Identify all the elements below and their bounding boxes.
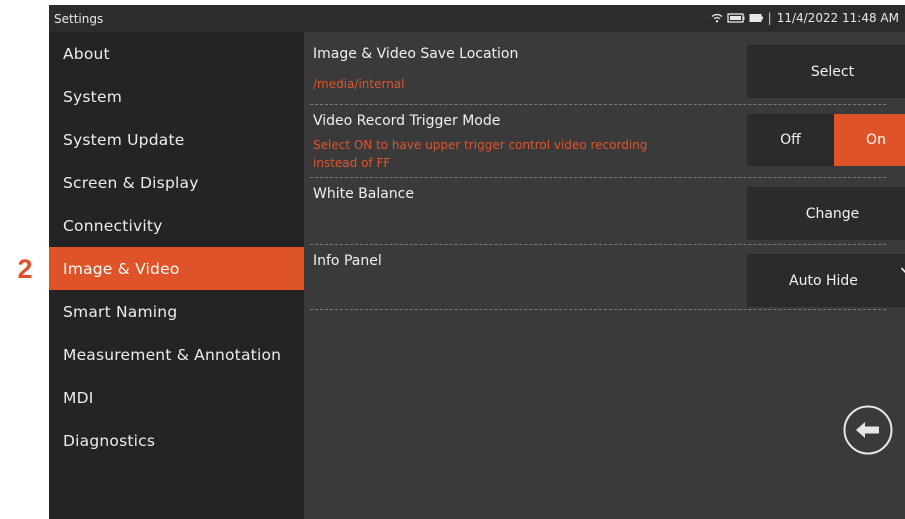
- status-bar: Settings | 11/4/2022 11:48 AM: [49, 5, 905, 32]
- sidebar-item-smart-naming[interactable]: Smart Naming: [49, 290, 304, 333]
- trigger-mode-description-line1: Select ON to have upper trigger control …: [313, 138, 648, 152]
- sidebar-item-screen-display[interactable]: Screen & Display: [49, 161, 304, 204]
- trigger-mode-title: Video Record Trigger Mode: [313, 113, 501, 129]
- save-location-title: Image & Video Save Location: [313, 46, 519, 62]
- sidebar-item-system[interactable]: System: [49, 75, 304, 118]
- sidebar-item-image-video[interactable]: Image & Video: [49, 247, 304, 290]
- status-bar-title: Settings: [54, 12, 104, 26]
- white-balance-row: White Balance Change: [310, 179, 905, 245]
- info-panel-dropdown[interactable]: Auto Hide: [747, 254, 905, 307]
- storage-icon: [726, 13, 745, 23]
- sidebar-item-diagnostics[interactable]: Diagnostics: [49, 419, 304, 462]
- info-panel-selected-value: Auto Hide: [789, 272, 858, 289]
- sidebar-item-connectivity[interactable]: Connectivity: [49, 204, 304, 247]
- wifi-icon: [711, 13, 723, 23]
- trigger-mode-description-line2: instead of FF: [313, 156, 391, 170]
- settings-content: Image & Video Save Location /media/inter…: [304, 32, 905, 519]
- info-panel-title: Info Panel: [313, 253, 382, 269]
- save-location-value: /media/internal: [313, 77, 405, 91]
- info-panel-row: Info Panel Auto Hide: [310, 246, 905, 310]
- save-location-row: Image & Video Save Location /media/inter…: [310, 35, 905, 105]
- back-button[interactable]: [842, 404, 894, 456]
- back-arrow-icon: [843, 405, 893, 455]
- trigger-on-button[interactable]: On: [834, 114, 905, 166]
- trigger-off-button[interactable]: Off: [747, 114, 834, 166]
- change-white-balance-button[interactable]: Change: [747, 187, 905, 240]
- white-balance-title: White Balance: [313, 186, 414, 202]
- chevron-down-icon: [900, 267, 905, 273]
- trigger-mode-row: Video Record Trigger Mode Select ON to h…: [310, 106, 905, 178]
- settings-sidebar: About System System Update Screen & Disp…: [49, 32, 304, 519]
- status-separator: |: [767, 11, 772, 25]
- sidebar-item-about[interactable]: About: [49, 32, 304, 75]
- sidebar-item-measurement-annotation[interactable]: Measurement & Annotation: [49, 333, 304, 376]
- sidebar-item-mdi[interactable]: MDI: [49, 376, 304, 419]
- select-location-button[interactable]: Select: [747, 45, 905, 98]
- battery-icon: [749, 14, 763, 22]
- device-screen: Settings | 11/4/2022 11:48 AM About Syst…: [49, 5, 905, 519]
- status-datetime: 11/4/2022 11:48 AM: [776, 11, 899, 25]
- sidebar-item-system-update[interactable]: System Update: [49, 118, 304, 161]
- status-indicators: | 11/4/2022 11:48 AM: [711, 11, 899, 25]
- step-callout-number: 2: [17, 254, 33, 284]
